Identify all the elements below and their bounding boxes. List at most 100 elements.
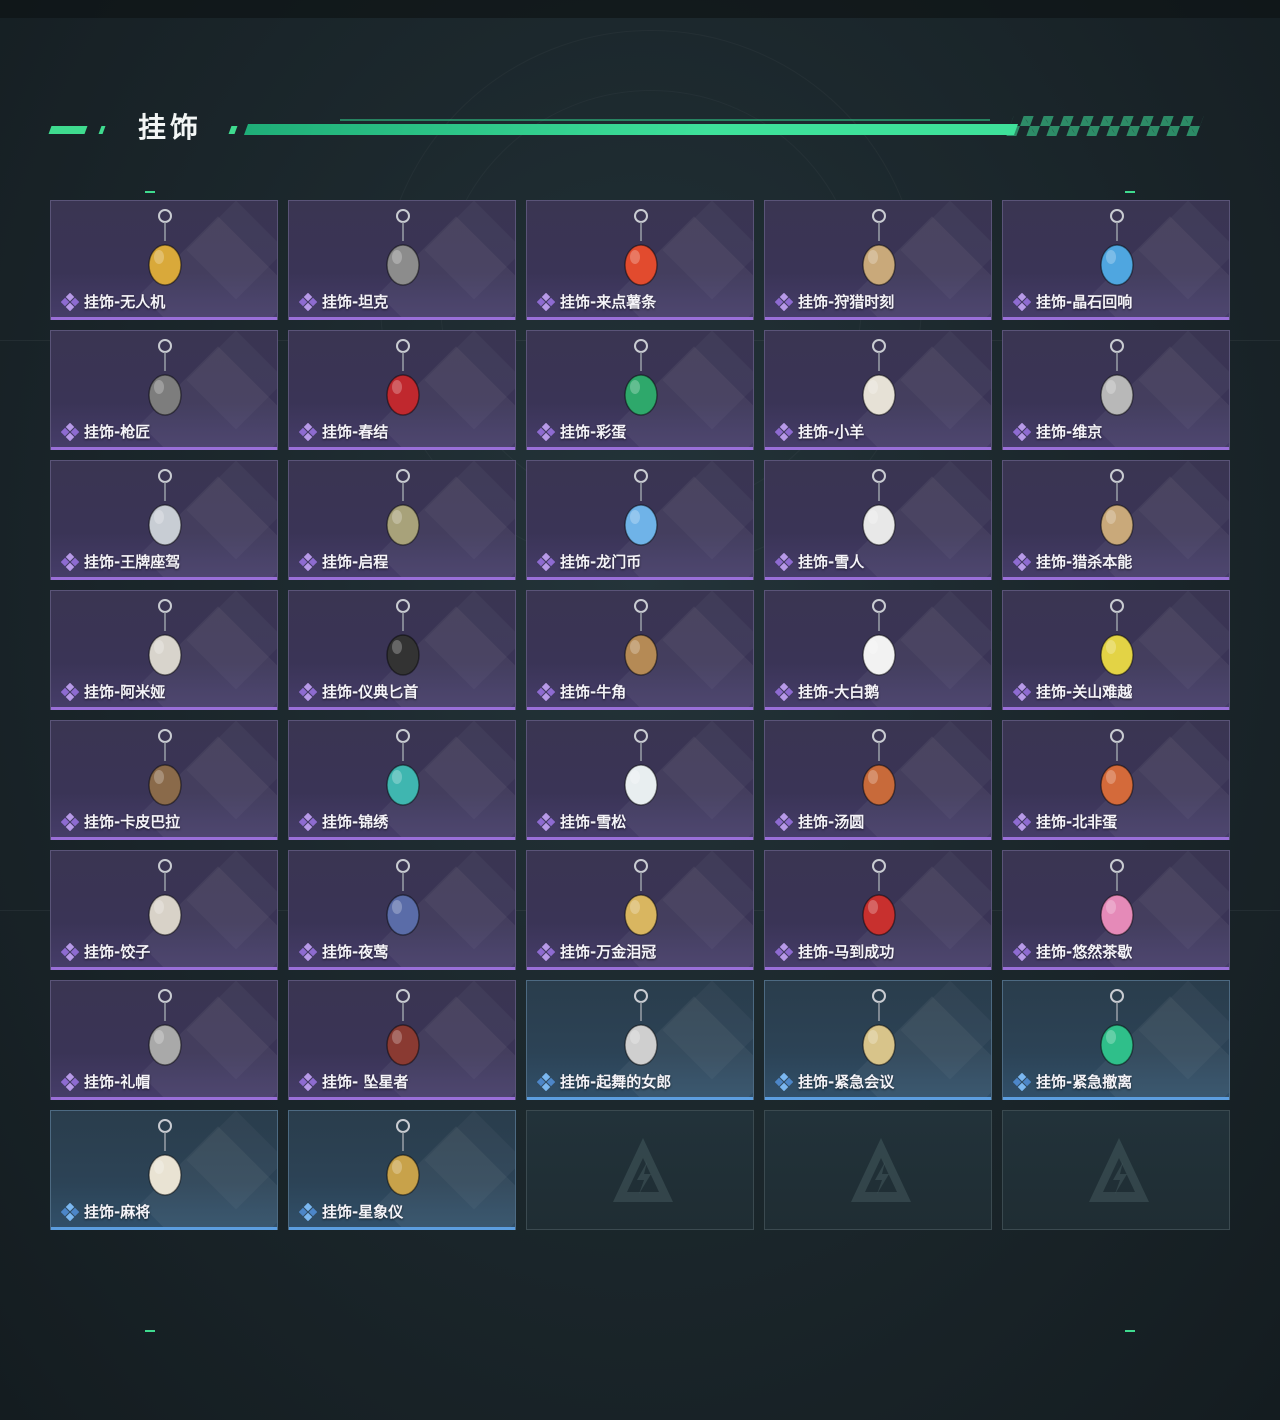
charm-card[interactable]: 挂饰-汤圆	[764, 720, 992, 840]
rarity-strip	[51, 837, 277, 840]
butterfly-charm-icon	[386, 729, 420, 806]
viking-hammer-charm-icon	[1100, 339, 1134, 416]
charm-name: 挂饰-紧急会议	[798, 1073, 895, 1091]
charm-name: 挂饰- 坠星者	[322, 1073, 409, 1091]
quality-diamond-icon	[537, 1073, 555, 1091]
charm-name: 挂饰-坦克	[322, 293, 389, 311]
charm-name: 挂饰-麻将	[84, 1203, 151, 1221]
dagger-charm-icon	[386, 599, 420, 676]
evac-charm-icon	[1100, 989, 1134, 1066]
quality-diamond-icon	[537, 943, 555, 961]
quality-diamond-icon	[537, 553, 555, 571]
charm-card[interactable]: 挂饰-来点薯条	[526, 200, 754, 320]
quality-diamond-icon	[775, 943, 793, 961]
charm-card[interactable]: 挂饰-龙门币	[526, 460, 754, 580]
charm-card[interactable]: 挂饰-小羊	[764, 330, 992, 450]
rarity-strip	[1003, 317, 1229, 320]
quality-diamond-icon	[775, 683, 793, 701]
charm-card[interactable]: 挂饰-启程	[288, 460, 516, 580]
quality-diamond-icon	[61, 943, 79, 961]
charm-name: 挂饰-饺子	[84, 943, 151, 961]
quality-diamond-icon	[299, 813, 317, 831]
rarity-strip	[527, 577, 753, 580]
charm-name: 挂饰-卡皮巴拉	[84, 813, 181, 831]
charm-card[interactable]: 挂饰-仪典匕首	[288, 590, 516, 710]
charm-card[interactable]: 挂饰-礼帽	[50, 980, 278, 1100]
rarity-strip	[51, 707, 277, 710]
charm-card[interactable]: 挂饰-王牌座驾	[50, 460, 278, 580]
quality-diamond-icon	[1013, 683, 1031, 701]
quality-diamond-icon	[537, 293, 555, 311]
drone-charm-icon	[148, 209, 182, 286]
charm-card[interactable]: 挂饰-夜莺	[288, 850, 516, 970]
corner-tick	[145, 191, 155, 193]
charm-card[interactable]: 挂饰-关山难越	[1002, 590, 1230, 710]
charm-card[interactable]: 挂饰-卡皮巴拉	[50, 720, 278, 840]
charm-card[interactable]: 挂饰-马到成功	[764, 850, 992, 970]
rarity-strip	[289, 1097, 515, 1100]
quality-diamond-icon	[299, 293, 317, 311]
charm-card[interactable]: 挂饰-晶石回响	[1002, 200, 1230, 320]
quality-diamond-icon	[1013, 553, 1031, 571]
astrolabe-charm-icon	[386, 1119, 420, 1196]
charm-name: 挂饰-小羊	[798, 423, 865, 441]
quality-diamond-icon	[299, 1073, 317, 1091]
section-header: 挂饰	[48, 110, 1210, 150]
tank-charm-icon	[386, 209, 420, 286]
charm-card[interactable]: 挂饰-雪人	[764, 460, 992, 580]
charm-card[interactable]: 挂饰-无人机	[50, 200, 278, 320]
charm-card[interactable]: 挂饰-北非蛋	[1002, 720, 1230, 840]
rarity-strip	[765, 837, 991, 840]
dancer-charm-icon	[624, 989, 658, 1066]
charm-name: 挂饰-马到成功	[798, 943, 895, 961]
game-logo-icon	[1089, 1138, 1149, 1202]
quality-diamond-icon	[61, 683, 79, 701]
charm-card[interactable]: 挂饰-猎杀本能	[1002, 460, 1230, 580]
charm-card[interactable]: 挂饰-阿米娅	[50, 590, 278, 710]
charm-card[interactable]: 挂饰-雪松	[526, 720, 754, 840]
rarity-strip	[527, 707, 753, 710]
charm-card[interactable]: 挂饰-维京	[1002, 330, 1230, 450]
quality-diamond-icon	[775, 813, 793, 831]
charm-card[interactable]: 挂饰-枪匠	[50, 330, 278, 450]
charm-card[interactable]: 挂饰-起舞的女郎	[526, 980, 754, 1100]
quality-diamond-icon	[299, 553, 317, 571]
quality-diamond-icon	[775, 423, 793, 441]
quality-diamond-icon	[1013, 1073, 1031, 1091]
charm-card[interactable]: 挂饰-麻将	[50, 1110, 278, 1230]
charm-name: 挂饰-仪典匕首	[322, 683, 419, 701]
emblem-charm-icon	[386, 469, 420, 546]
charm-name: 挂饰-彩蛋	[560, 423, 627, 441]
charm-card[interactable]: 挂饰-坦克	[288, 200, 516, 320]
charm-card[interactable]: 挂饰-大白鹅	[764, 590, 992, 710]
charm-card[interactable]: 挂饰-悠然茶歇	[1002, 850, 1230, 970]
rarity-strip	[765, 317, 991, 320]
charm-card[interactable]: 挂饰-星象仪	[288, 1110, 516, 1230]
charm-card[interactable]: 挂饰-彩蛋	[526, 330, 754, 450]
charm-name: 挂饰-春结	[322, 423, 389, 441]
header-thin-line	[340, 119, 990, 121]
charm-name: 挂饰-狩猎时刻	[798, 293, 895, 311]
dumpling-bowl-charm-icon	[862, 729, 896, 806]
rarity-strip	[1003, 447, 1229, 450]
quality-diamond-icon	[299, 683, 317, 701]
charm-name: 挂饰-万金泪冠	[560, 943, 657, 961]
charm-name: 挂饰-紧急撤离	[1036, 1073, 1133, 1091]
charm-card[interactable]: 挂饰- 坠星者	[288, 980, 516, 1100]
charm-name: 挂饰-北非蛋	[1036, 813, 1118, 831]
quality-diamond-icon	[537, 813, 555, 831]
charm-name: 挂饰-星象仪	[322, 1203, 404, 1221]
coin-charm-icon	[624, 469, 658, 546]
charm-card[interactable]: 挂饰-春结	[288, 330, 516, 450]
charm-card[interactable]: 挂饰-万金泪冠	[526, 850, 754, 970]
charm-card[interactable]: 挂饰-牛角	[526, 590, 754, 710]
charm-card[interactable]: 挂饰-紧急撤离	[1002, 980, 1230, 1100]
charm-card[interactable]: 挂饰-狩猎时刻	[764, 200, 992, 320]
fedora-charm-icon	[148, 989, 182, 1066]
lamb-charm-icon	[862, 339, 896, 416]
bull-horn-charm-icon	[624, 599, 658, 676]
charm-card[interactable]: 挂饰-紧急会议	[764, 980, 992, 1100]
charm-card[interactable]: 挂饰-饺子	[50, 850, 278, 970]
rarity-strip	[765, 967, 991, 970]
charm-card[interactable]: 挂饰-锦绣	[288, 720, 516, 840]
